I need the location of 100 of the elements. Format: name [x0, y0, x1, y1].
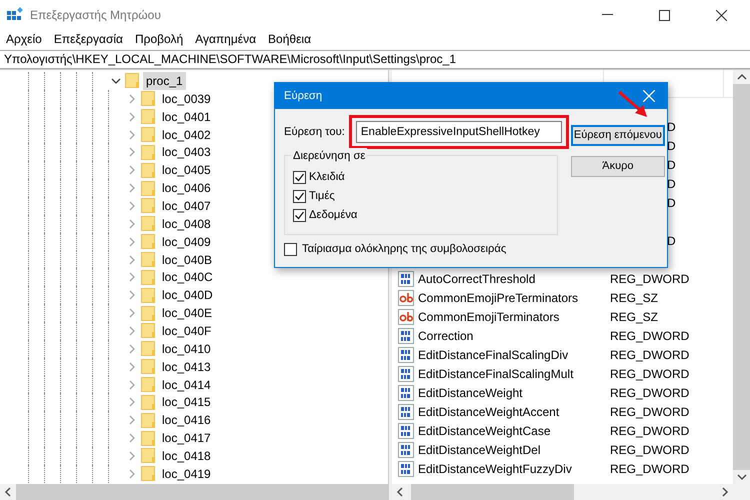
folder-icon	[141, 412, 156, 429]
folder-icon	[141, 144, 156, 161]
expand-chevron-icon[interactable]	[127, 218, 137, 229]
folder-icon	[141, 233, 156, 250]
folder-icon	[141, 340, 156, 358]
value-name[interactable]: EditDistanceFinalScalingMult	[418, 364, 574, 382]
horizontal-scrollbar[interactable]	[0, 484, 388, 500]
expand-chevron-icon[interactable]	[127, 433, 137, 444]
tree-item[interactable]: loc_0410	[159, 340, 214, 358]
expand-chevron-icon[interactable]	[127, 236, 137, 247]
type-cell-text: REG_DWORD	[610, 422, 690, 440]
tree-item[interactable]: loc_0414	[159, 376, 214, 394]
expand-chevron-icon[interactable]	[127, 415, 137, 426]
tree-item[interactable]: loc_0415	[159, 393, 214, 412]
tree-item[interactable]: loc_0406	[159, 179, 214, 198]
cancel-button[interactable]: Άκυρο	[570, 156, 665, 177]
folder-icon	[141, 197, 156, 214]
binary-value-icon	[398, 366, 414, 382]
tree-item[interactable]: loc_0405	[159, 161, 214, 180]
tree-item[interactable]: loc_040F	[159, 322, 214, 340]
expand-chevron-icon[interactable]	[127, 326, 137, 336]
menu-item[interactable]: Αρχείο	[0, 30, 48, 50]
annotation-arrow	[616, 90, 650, 118]
minimize-icon	[602, 14, 613, 16]
folder-icon	[141, 286, 156, 304]
folder-icon	[141, 268, 156, 286]
value-name[interactable]: EditDistanceWeightAccent	[418, 402, 560, 420]
tree-item[interactable]: loc_0403	[159, 143, 214, 162]
tree-item[interactable]: loc_0401	[159, 108, 214, 126]
expand-chevron-icon[interactable]	[127, 112, 137, 122]
menu-item[interactable]: Προβολή	[128, 30, 190, 50]
tree-item[interactable]: loc_0408	[159, 214, 214, 233]
horizontal-scrollbar[interactable]	[392, 484, 750, 500]
expand-chevron-icon[interactable]	[127, 380, 137, 390]
value-name[interactable]: EditDistanceWeight	[418, 384, 522, 402]
type-cell-text: REG_DWORD	[610, 442, 690, 458]
tree-item[interactable]: loc_040D	[159, 286, 216, 304]
expand-chevron-icon[interactable]	[127, 450, 137, 461]
tree-item[interactable]: loc_0418	[159, 446, 214, 465]
binary-value-icon	[398, 328, 414, 344]
expand-chevron-icon[interactable]	[127, 94, 137, 104]
expand-chevron-icon[interactable]	[127, 308, 137, 318]
expand-chevron-icon[interactable]	[127, 130, 137, 140]
tree-item[interactable]: loc_040E	[159, 304, 216, 322]
tree-item[interactable]: loc_0419	[159, 464, 214, 483]
tree-item[interactable]: loc_0409	[159, 232, 214, 251]
find-label: Εύρεση του:	[284, 124, 345, 140]
menu-item[interactable]: Επεξεργασία	[48, 30, 129, 50]
menu-item[interactable]: Βοήθεια	[262, 30, 318, 50]
type-cell-text: REG_DWORD	[610, 270, 690, 288]
value-name[interactable]: CommonEmojiPreTerminators	[418, 288, 578, 306]
type-cell-text: REG_DWORD	[610, 460, 690, 478]
tree-item[interactable]: loc_0402	[159, 126, 214, 144]
value-name[interactable]: EditDistanceWeightCase	[418, 422, 551, 440]
value-name[interactable]: Correction	[418, 326, 474, 344]
expand-chevron-icon[interactable]	[127, 290, 137, 300]
expand-chevron-icon[interactable]	[127, 254, 137, 265]
registry-icon	[6, 7, 24, 23]
tree-item[interactable]: loc_040C	[159, 268, 216, 286]
folder-icon	[141, 430, 156, 447]
find-next-button[interactable]: Εύρεση επόμενου	[570, 125, 665, 146]
checkbox[interactable]	[293, 171, 306, 184]
checkbox[interactable]	[293, 190, 306, 203]
tree-item[interactable]: proc_1	[143, 72, 186, 90]
type-cell-text: REG_SZ	[610, 308, 658, 326]
tree-item[interactable]: loc_0416	[159, 411, 214, 430]
value-name[interactable]: EditDistanceWeightFuzzyDiv	[418, 460, 572, 478]
tree-item[interactable]: loc_0407	[159, 196, 214, 215]
expand-chevron-icon[interactable]	[127, 397, 137, 408]
expand-chevron-icon[interactable]	[127, 200, 137, 211]
value-name[interactable]: EditDistanceFinalScalingDiv	[418, 346, 568, 364]
expand-chevron-icon[interactable]	[127, 147, 137, 158]
vertical-scrollbar[interactable]	[733, 70, 750, 484]
binary-value-icon	[398, 404, 414, 420]
checkbox[interactable]	[284, 242, 297, 256]
tree-item[interactable]: loc_0417	[159, 429, 214, 448]
value-name[interactable]: CommonEmojiTerminators	[418, 308, 560, 326]
collapse-chevron-icon[interactable]	[111, 76, 121, 86]
expand-chevron-icon[interactable]	[127, 362, 137, 372]
address-bar[interactable]: Υπολογιστής\HKEY_LOCAL_MACHINE\SOFTWARE\Microsoft\Input\Settings\proc_1	[0, 50, 750, 69]
menu-item[interactable]: Αγαπημένα	[189, 30, 262, 50]
binary-value-icon	[398, 346, 414, 362]
expand-chevron-icon[interactable]	[127, 344, 137, 354]
folder-icon	[141, 215, 156, 232]
value-name[interactable]: AutoCorrectThreshold	[418, 270, 536, 288]
type-cell-text: D	[667, 232, 676, 250]
tree-item[interactable]: loc_0413	[159, 358, 214, 376]
tree-item[interactable]: loc_040B	[159, 250, 216, 269]
expand-chevron-icon[interactable]	[127, 183, 137, 194]
expand-chevron-icon[interactable]	[127, 468, 137, 479]
expand-chevron-icon[interactable]	[127, 165, 137, 176]
value-name[interactable]: EditDistanceWeightDel	[418, 440, 541, 458]
dialog-title: Εύρεση	[284, 88, 322, 104]
expand-chevron-icon[interactable]	[127, 272, 137, 282]
checkbox-label: Ταίριασμα ολόκληρης της συμβολοσειράς	[302, 242, 506, 257]
find-field[interactable]: EnableExpressiveInputShellHotkey	[356, 121, 562, 143]
tree-item[interactable]: loc_0039	[159, 90, 214, 108]
folder-icon	[141, 447, 156, 464]
checkbox[interactable]	[293, 209, 306, 222]
type-cell-text: REG_DWORD	[610, 404, 690, 420]
